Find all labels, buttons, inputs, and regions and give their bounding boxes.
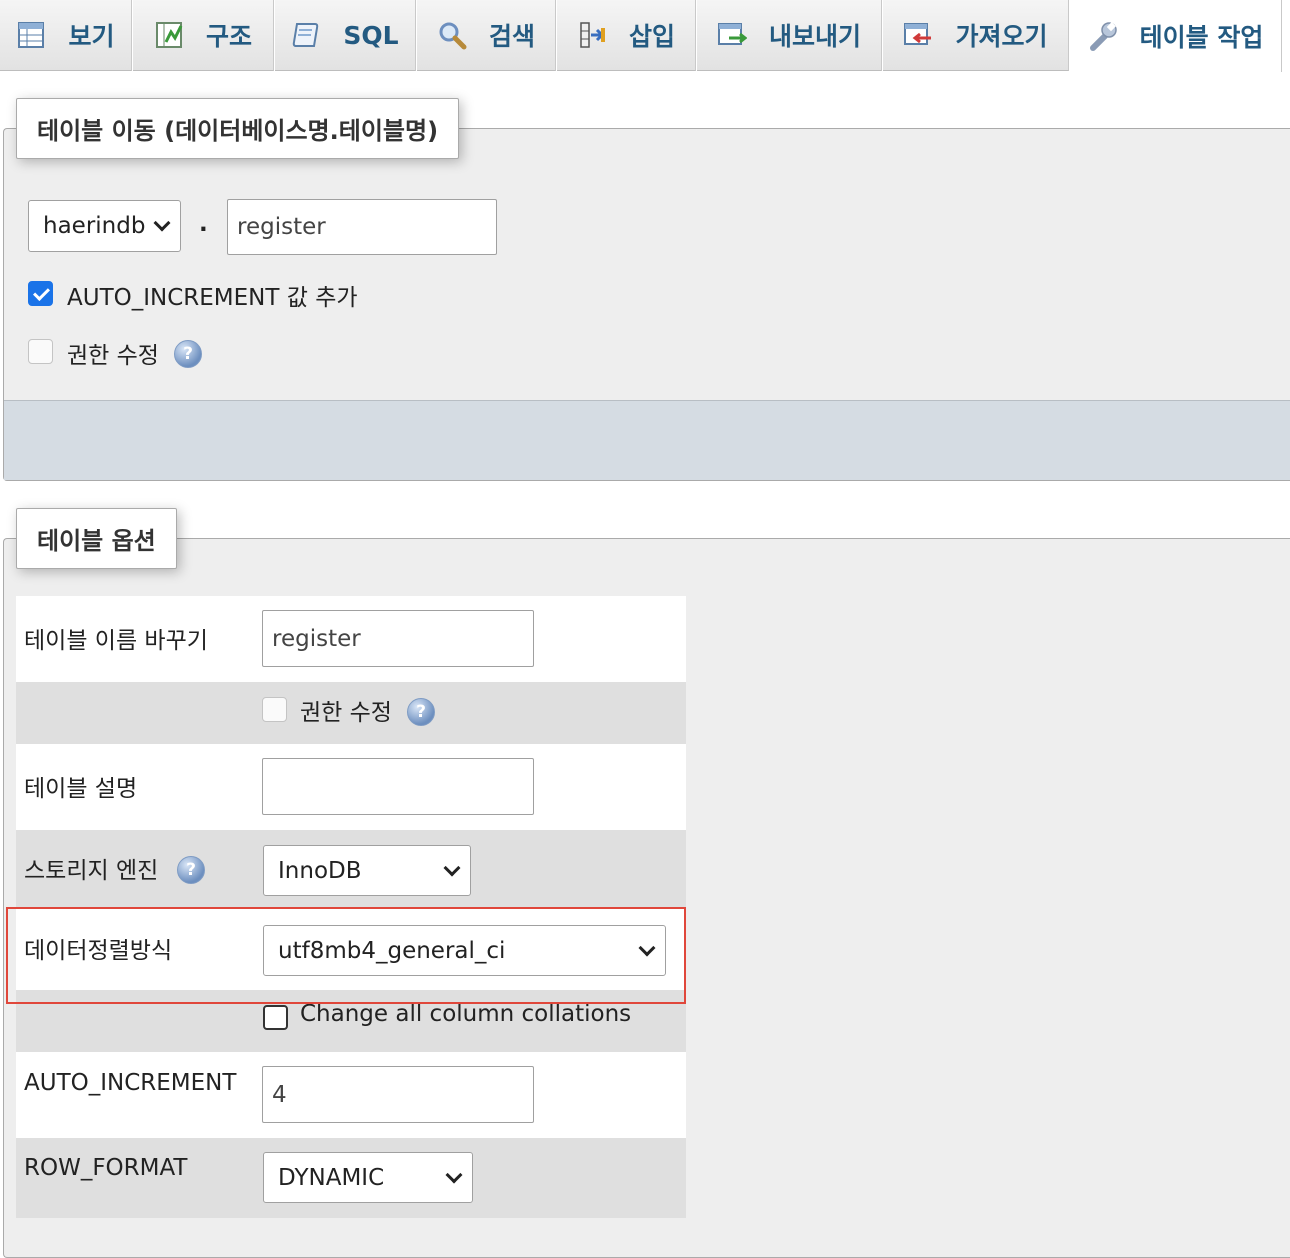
tab-operations[interactable]: 테이블 작업	[1070, 0, 1282, 72]
help-icon[interactable]: ?	[177, 856, 205, 884]
auto-increment-option-label: AUTO_INCREMENT	[24, 1070, 237, 1096]
db-table-separator: .	[199, 211, 208, 237]
tab-label: 테이블 작업	[1139, 23, 1264, 52]
tab-structure[interactable]: 구조	[133, 0, 274, 71]
tab-label: 보기	[68, 22, 115, 51]
rename-label: 테이블 이름 바꾸기	[24, 628, 208, 654]
browse-table-icon	[16, 20, 46, 50]
target-database-select[interactable]: haerindb	[28, 200, 181, 252]
insert-icon	[577, 20, 607, 50]
search-icon	[437, 20, 467, 50]
legend-text: 테이블 이동 (데이터베이스명.테이블명)	[37, 117, 439, 145]
change-all-collations-checkbox[interactable]	[263, 1005, 288, 1030]
tab-label: 삽입	[628, 22, 675, 51]
select-value: DYNAMIC	[278, 1164, 385, 1191]
import-icon	[903, 20, 933, 50]
tab-insert[interactable]: 삽입	[557, 0, 696, 71]
tab-label: 검색	[488, 22, 535, 51]
table-options-legend: 테이블 옵션	[16, 508, 177, 569]
tab-label: 가져오기	[955, 22, 1048, 51]
move-privileges-checkbox[interactable]	[28, 339, 53, 364]
rename-privileges-label: 권한 수정	[300, 700, 392, 726]
select-value: haerindb	[43, 213, 146, 239]
select-value: InnoDB	[278, 857, 362, 884]
help-icon[interactable]: ?	[174, 340, 202, 368]
export-icon	[717, 20, 748, 50]
tab-export[interactable]: 내보내기	[697, 0, 882, 71]
tab-search[interactable]: 검색	[417, 0, 556, 71]
sql-icon	[291, 20, 321, 50]
move-privileges-label: 권한 수정	[67, 343, 159, 369]
move-table-footer	[4, 400, 1290, 480]
row-format-label: ROW_FORMAT	[24, 1155, 188, 1181]
input-value: register	[272, 625, 361, 652]
auto-increment-label: AUTO_INCREMENT 값 추가	[67, 285, 358, 311]
move-table-legend: 테이블 이동 (데이터베이스명.테이블명)	[16, 98, 460, 159]
comment-label: 테이블 설명	[24, 776, 138, 802]
tab-sql[interactable]: SQL	[275, 0, 416, 71]
rename-table-input[interactable]: register	[262, 610, 534, 667]
help-icon[interactable]: ?	[407, 698, 435, 726]
chevron-down-icon	[443, 859, 461, 876]
chevron-down-icon	[153, 214, 171, 232]
tab-label: SQL	[343, 20, 399, 50]
auto-increment-checkbox[interactable]	[28, 281, 53, 306]
storage-engine-select[interactable]: InnoDB	[263, 845, 471, 896]
tab-bar: 보기 구조 SQL 검색 삽입 내보내기 가져오기 테이블 작업	[0, 0, 1290, 72]
legend-text: 테이블 옵션	[37, 527, 156, 555]
change-all-collations-label: Change all column collations	[300, 1001, 632, 1027]
tab-browse[interactable]: 보기	[0, 0, 132, 71]
table-comment-input[interactable]	[262, 758, 534, 815]
row-format-select[interactable]: DYNAMIC	[263, 1152, 473, 1203]
collation-highlight-box	[6, 907, 686, 1004]
wrench-icon	[1088, 21, 1118, 51]
tab-import[interactable]: 가져오기	[883, 0, 1069, 71]
tab-label: 구조	[205, 22, 252, 51]
input-value: 4	[272, 1081, 287, 1108]
rename-privileges-checkbox[interactable]	[262, 697, 287, 722]
tab-label: 내보내기	[768, 22, 861, 51]
engine-label: 스토리지 엔진	[24, 858, 159, 884]
auto-increment-input[interactable]: 4	[262, 1066, 534, 1123]
input-value: register	[237, 214, 326, 240]
target-table-name-input[interactable]: register	[227, 199, 497, 255]
chevron-down-icon	[445, 1166, 463, 1183]
structure-icon	[154, 20, 184, 50]
